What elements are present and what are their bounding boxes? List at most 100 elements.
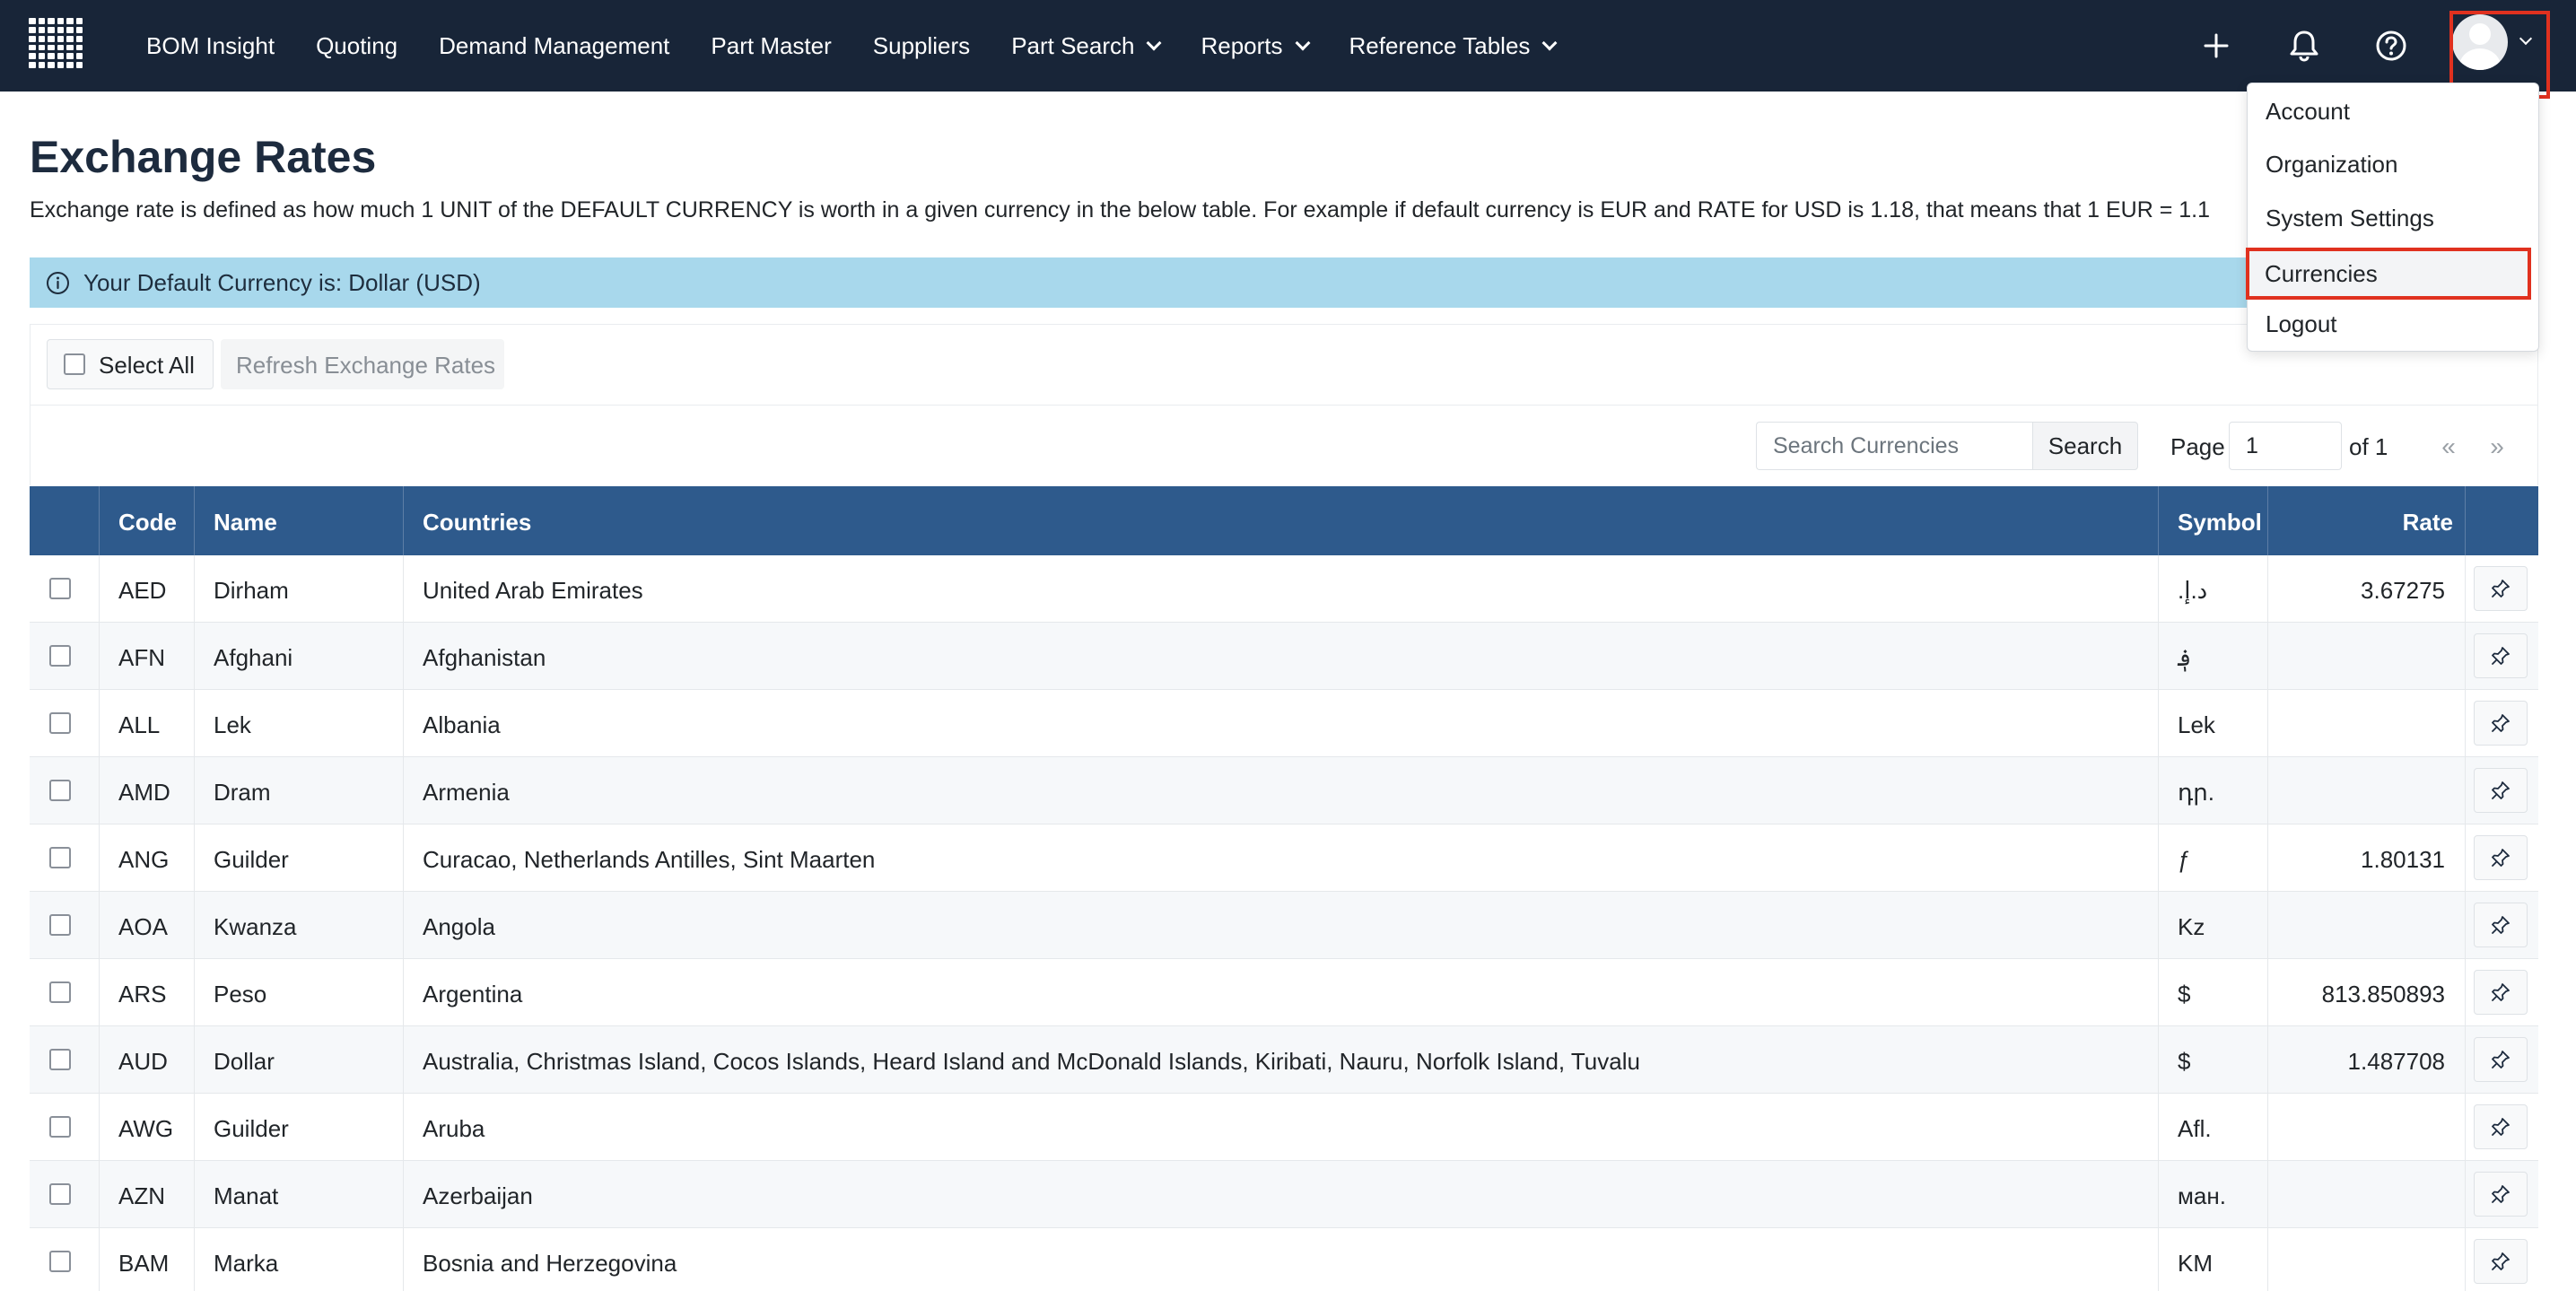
select-all-checkbox[interactable]: [64, 353, 85, 375]
nav-item-label: Demand Management: [439, 31, 670, 59]
main-nav: BOM Insight Quoting Demand Management Part …: [126, 0, 1576, 92]
table-row[interactable]: AZN Manat Azerbaijan ман.: [30, 1161, 2538, 1228]
column-header-symbol[interactable]: Symbol: [2178, 509, 2262, 536]
nav-item-part-search[interactable]: Part Search: [991, 0, 1180, 92]
cell-symbol: ман.: [2178, 1182, 2226, 1209]
column-header-code[interactable]: Code: [118, 509, 177, 536]
row-checkbox[interactable]: [49, 712, 71, 734]
table-row[interactable]: ANG Guilder Curacao, Netherlands Antilles,…: [30, 824, 2538, 892]
cell-name: Kwanza: [214, 913, 297, 940]
pin-button[interactable]: [2474, 1037, 2528, 1082]
pin-icon: [2490, 578, 2511, 599]
table-row[interactable]: AUD Dollar Australia, Christmas Island, Co…: [30, 1026, 2538, 1094]
pin-button[interactable]: [2474, 835, 2528, 880]
cell-code: AMD: [118, 779, 170, 806]
menu-item-currencies-label: Currencies: [2265, 260, 2378, 287]
table-row[interactable]: ALL Lek Albania Lek: [30, 690, 2538, 757]
table-row[interactable]: AFN Afghani Afghanistan ؋: [30, 623, 2538, 690]
menu-item-account[interactable]: Account: [2266, 98, 2350, 126]
row-checkbox[interactable]: [49, 914, 71, 936]
cell-countries: Azerbaijan: [423, 1182, 533, 1209]
table-row[interactable]: ARS Peso Argentina $813.850893: [30, 959, 2538, 1026]
table-row[interactable]: BAM Marka Bosnia and Herzegovina KM: [30, 1228, 2538, 1291]
pin-button[interactable]: [2474, 701, 2528, 746]
cell-rate: 1.487708: [2347, 1048, 2445, 1075]
pin-button[interactable]: [2474, 566, 2528, 611]
row-checkbox[interactable]: [49, 1049, 71, 1070]
row-checkbox[interactable]: [49, 1251, 71, 1272]
row-checkbox[interactable]: [49, 847, 71, 868]
cell-symbol: $: [2178, 1048, 2191, 1075]
column-header-name[interactable]: Name: [214, 509, 277, 536]
nav-item-demand-management[interactable]: Demand Management: [418, 0, 690, 92]
next-page-button[interactable]: »: [2476, 425, 2519, 468]
pin-icon: [2490, 1251, 2511, 1272]
search-button[interactable]: Search: [2032, 422, 2138, 470]
table-row[interactable]: AMD Dram Armenia դր.: [30, 757, 2538, 824]
cell-name: Dollar: [214, 1048, 275, 1075]
cell-countries: Armenia: [423, 779, 510, 806]
cell-countries: Curacao, Netherlands Antilles, Sint Maar…: [423, 846, 876, 873]
menu-item-logout[interactable]: Logout: [2266, 310, 2337, 338]
plus-icon[interactable]: [2194, 23, 2239, 68]
cell-rate: 813.850893: [2321, 981, 2445, 1008]
page-description: Exchange rate is defined as how much 1 U…: [30, 197, 2211, 222]
nav-item-reports[interactable]: Reports: [1180, 0, 1328, 92]
search-input[interactable]: [1756, 422, 2032, 470]
table-header: Code Name Countries Symbol Rate: [30, 486, 2538, 555]
column-header-rate[interactable]: Rate: [2403, 509, 2453, 536]
row-checkbox[interactable]: [49, 981, 71, 1003]
cell-name: Manat: [214, 1182, 279, 1209]
cell-code: ARS: [118, 981, 167, 1008]
nav-item-suppliers[interactable]: Suppliers: [852, 0, 991, 92]
info-icon: [46, 271, 70, 295]
row-checkbox[interactable]: [49, 1183, 71, 1205]
pin-button[interactable]: [2474, 1104, 2528, 1149]
select-all-button[interactable]: Select All: [47, 339, 214, 389]
row-checkbox[interactable]: [49, 1116, 71, 1138]
prev-page-button[interactable]: «: [2427, 425, 2470, 468]
menu-item-system-settings[interactable]: System Settings: [2266, 205, 2434, 232]
nav-item-label: Reference Tables: [1349, 31, 1531, 59]
cell-code: ANG: [118, 846, 170, 873]
pin-button[interactable]: [2474, 903, 2528, 947]
column-header-countries[interactable]: Countries: [423, 509, 531, 536]
row-checkbox[interactable]: [49, 578, 71, 599]
bell-icon[interactable]: [2282, 23, 2327, 68]
cell-rate: 3.67275: [2361, 577, 2445, 604]
cell-code: BAM: [118, 1250, 170, 1277]
pin-icon: [2490, 1116, 2511, 1138]
cell-code: AWG: [118, 1115, 174, 1142]
menu-item-organization[interactable]: Organization: [2266, 151, 2397, 179]
nav-item-reference-tables[interactable]: Reference Tables: [1329, 0, 1576, 92]
menu-item-currencies[interactable]: Currencies: [2246, 248, 2531, 300]
pin-icon: [2490, 847, 2511, 868]
pin-button[interactable]: [2474, 1239, 2528, 1284]
nav-item-bom-insight[interactable]: BOM Insight: [126, 0, 295, 92]
help-icon[interactable]: [2369, 23, 2414, 68]
cell-symbol: Afl.: [2178, 1115, 2212, 1142]
pin-button[interactable]: [2474, 970, 2528, 1015]
table-row[interactable]: AOA Kwanza Angola Kz: [30, 892, 2538, 959]
cell-countries: Angola: [423, 913, 495, 940]
cell-name: Marka: [214, 1250, 279, 1277]
table-row[interactable]: AED Dirham United Arab Emirates .د.إ 3.67275: [30, 555, 2538, 623]
cell-name: Peso: [214, 981, 267, 1008]
nav-item-label: Quoting: [316, 31, 398, 59]
pin-button[interactable]: [2474, 768, 2528, 813]
page-number-input[interactable]: [2229, 422, 2342, 470]
pin-button[interactable]: [2474, 1172, 2528, 1217]
app-logo-icon[interactable]: [29, 18, 83, 68]
cell-symbol: Lek: [2178, 711, 2215, 738]
cell-code: AED: [118, 577, 167, 604]
cell-name: Lek: [214, 711, 251, 738]
row-checkbox[interactable]: [49, 645, 71, 667]
nav-item-quoting[interactable]: Quoting: [295, 0, 418, 92]
pin-button[interactable]: [2474, 633, 2528, 678]
alert-text: Your Default Currency is: Dollar (USD): [83, 269, 481, 296]
refresh-exchange-rates-button[interactable]: Refresh Exchange Rates: [221, 339, 504, 389]
table-row[interactable]: AWG Guilder Aruba Afl.: [30, 1094, 2538, 1161]
cell-name: Dram: [214, 779, 271, 806]
row-checkbox[interactable]: [49, 780, 71, 801]
nav-item-part-master[interactable]: Part Master: [690, 0, 851, 92]
